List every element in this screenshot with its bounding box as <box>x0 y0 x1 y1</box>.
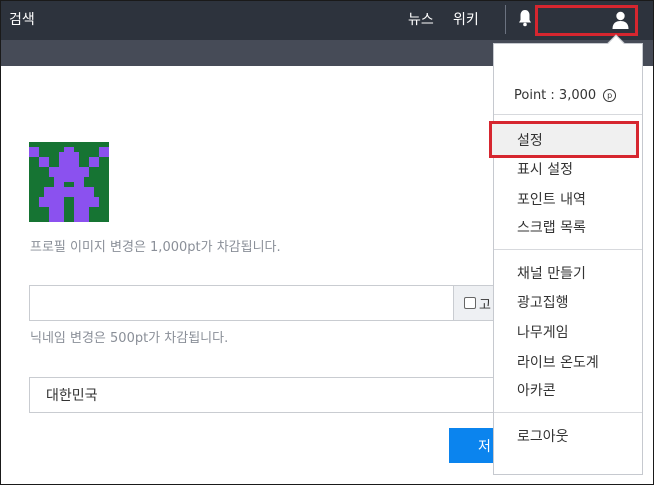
country-value: 대한민국 <box>46 388 98 404</box>
news-link[interactable]: 뉴스 <box>408 9 434 29</box>
point-balance: Point : 3,000 p <box>514 88 617 103</box>
navbar-divider <box>505 5 506 34</box>
user-icon <box>612 11 629 29</box>
nickname-input-group: 고 <box>29 285 500 321</box>
dropdown-divider <box>494 412 642 413</box>
menu-item-ad-execution[interactable]: 광고집행 <box>517 292 569 312</box>
fixed-label: 고 <box>479 297 491 313</box>
wiki-link[interactable]: 위키 <box>453 9 479 29</box>
menu-item-display-settings[interactable]: 표시 설정 <box>517 159 573 179</box>
user-menu-button[interactable] <box>535 5 638 36</box>
bell-icon[interactable] <box>518 9 532 27</box>
menu-item-namu-game[interactable]: 나무게임 <box>517 322 569 342</box>
nickname-input[interactable] <box>30 286 452 320</box>
profile-image-help: 프로필 이미지 변경은 1,000pt가 차감됩니다. <box>30 240 281 255</box>
top-navbar: 검색 뉴스 위키 <box>0 0 654 40</box>
menu-item-create-channel[interactable]: 채널 만들기 <box>517 263 586 283</box>
menu-item-settings[interactable]: 설정 <box>489 121 639 158</box>
search-link[interactable]: 검색 <box>9 9 35 29</box>
profile-avatar[interactable] <box>29 142 109 222</box>
menu-item-point-history[interactable]: 포인트 내역 <box>517 189 586 209</box>
fixed-checkbox[interactable] <box>464 297 476 309</box>
point-icon: p <box>603 89 617 102</box>
country-select[interactable]: 대한민국 <box>29 377 499 413</box>
menu-item-settings-label: 설정 <box>517 132 543 149</box>
user-dropdown-menu: Point : 3,000 p 설정 표시 설정 포인트 내역 스크랩 목록 채… <box>489 34 643 475</box>
menu-item-arcacon[interactable]: 아카콘 <box>517 380 556 400</box>
dropdown-divider <box>494 114 642 115</box>
point-text: Point : 3,000 <box>514 88 597 103</box>
menu-item-logout[interactable]: 로그아웃 <box>517 426 569 446</box>
nickname-help: 닉네임 변경은 500pt가 차감됩니다. <box>30 331 229 346</box>
menu-item-scrap-list[interactable]: 스크랩 목록 <box>517 217 586 237</box>
submit-label: 저 <box>478 438 491 455</box>
menu-item-live-thermometer[interactable]: 라이브 온도계 <box>517 352 599 372</box>
dropdown-divider <box>494 249 642 250</box>
